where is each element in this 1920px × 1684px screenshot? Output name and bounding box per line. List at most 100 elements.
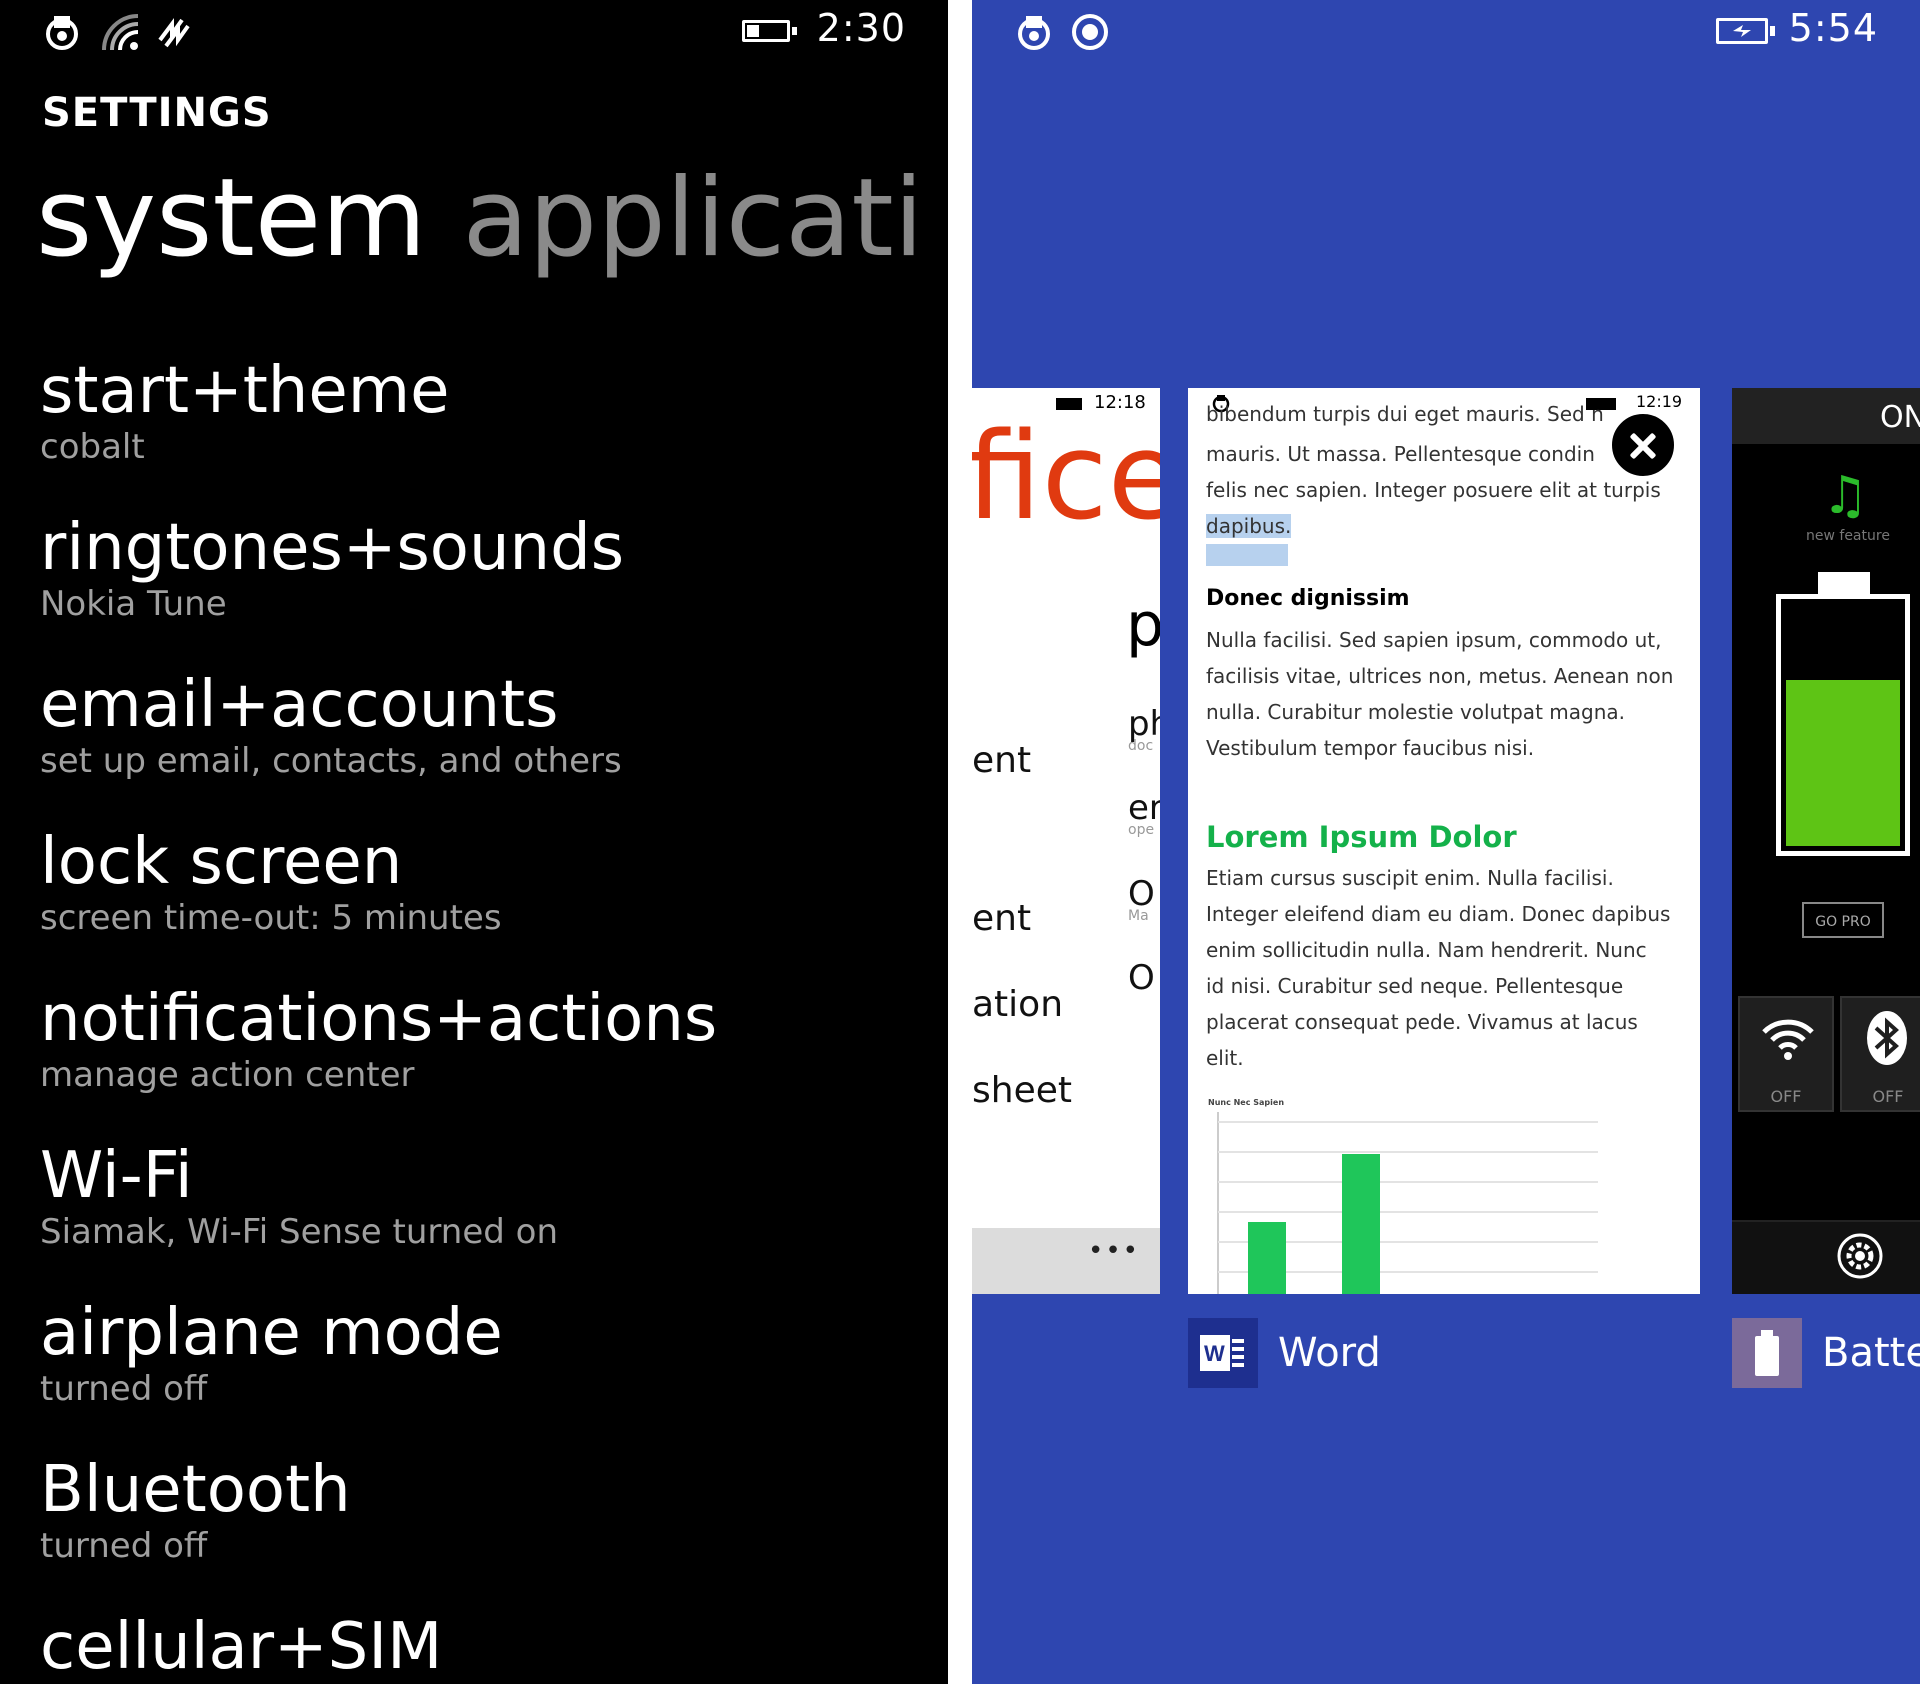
doc-heading-green: Lorem Ipsum Dolor xyxy=(1206,820,1517,854)
battery-gauge xyxy=(1776,594,1910,856)
settings-item-wifi[interactable]: Wi-Fi Siamak, Wi-Fi Sense turned on xyxy=(40,1139,558,1252)
doc-text-line: Integer eleifend diam eu diam. Donec dap… xyxy=(1206,902,1671,926)
doc-text-line: nulla. Curabitur molestie volutpat magna… xyxy=(1206,700,1625,724)
settings-item-cellular-sim[interactable]: cellular+SIM xyxy=(40,1610,443,1684)
item-subtitle: turned off xyxy=(40,1368,208,1409)
settings-item-notifications-actions[interactable]: notifications+actions manage action cent… xyxy=(40,982,718,1095)
battery-app-name: Battery xyxy=(1822,1330,1920,1376)
item-subtitle: manage action center xyxy=(40,1054,415,1095)
go-pro-button[interactable]: GO PRO xyxy=(1802,902,1884,938)
office-doc-item: ph doc xyxy=(1128,704,1160,754)
location-icon xyxy=(1072,14,1108,50)
doc-text-line: bibendum turpis dui eget mauris. Sed n xyxy=(1206,402,1604,426)
data-connection-icon xyxy=(1018,16,1050,50)
doc-text-line: facilisis vitae, ultrices non, metus. Ae… xyxy=(1206,664,1674,688)
svg-text:W: W xyxy=(1204,1341,1225,1366)
battery-app-icon xyxy=(1732,1318,1802,1388)
item-title: notifications+actions xyxy=(40,982,718,1056)
doc-text-line: felis nec sapien. Integer posuere elit a… xyxy=(1206,478,1661,502)
more-menu-icon[interactable]: ••• xyxy=(1088,1236,1140,1266)
item-title: ringtones+sounds xyxy=(40,511,625,585)
doc-text-line: id nisi. Curabitur sed neque. Pellentesq… xyxy=(1206,974,1624,998)
battery-charging-icon xyxy=(1716,18,1775,44)
item-title: airplane mode xyxy=(40,1296,503,1370)
battery-app-label[interactable]: Battery xyxy=(1732,1318,1920,1388)
settings-item-email-accounts[interactable]: email+accounts set up email, contacts, a… xyxy=(40,668,622,781)
word-app-name: Word xyxy=(1278,1330,1381,1376)
settings-item-ringtones-sounds[interactable]: ringtones+sounds Nokia Tune xyxy=(40,511,625,624)
settings-item-lock-screen[interactable]: lock screen screen time-out: 5 minutes xyxy=(40,825,502,938)
wifi-state: OFF xyxy=(1770,1087,1802,1106)
chart-bar xyxy=(1248,1222,1286,1294)
embedded-chart-title: Nunc Nec Sapien xyxy=(1208,1098,1285,1107)
battery-level-fill xyxy=(1786,679,1900,846)
office-row-label: ent xyxy=(972,740,1032,781)
battery-app-bar xyxy=(1732,1220,1920,1294)
chart-bar xyxy=(1342,1154,1380,1294)
embedded-chart xyxy=(1217,1112,1598,1294)
wifi-toggle[interactable]: OFF xyxy=(1738,996,1834,1112)
word-app-icon: W xyxy=(1188,1318,1258,1388)
item-subtitle: set up email, contacts, and others xyxy=(40,740,622,781)
word-app-label[interactable]: W Word xyxy=(1188,1318,1381,1388)
divider xyxy=(948,0,972,1684)
item-subtitle: screen time-out: 5 minutes xyxy=(40,897,502,938)
office-brand-text: fice xyxy=(972,408,1160,547)
pivot-tab-system[interactable]: system xyxy=(36,156,426,281)
doc-text-line: Nulla facilisi. Sed sapien ipsum, commod… xyxy=(1206,628,1662,652)
selected-text[interactable]: dapibus. xyxy=(1206,514,1292,538)
music-note-icon: ♫ xyxy=(1822,466,1869,526)
office-app-bar: ••• xyxy=(972,1228,1160,1294)
settings-header: SETTINGS xyxy=(42,90,272,136)
settings-gear-icon[interactable] xyxy=(1836,1232,1884,1280)
doc-heading: Donec dignissim xyxy=(1206,586,1410,611)
battery-icon xyxy=(742,20,797,42)
data-connection-icon xyxy=(46,16,78,50)
wifi-icon xyxy=(1762,1019,1814,1060)
app-card-office[interactable]: 12:18 fice p ent ent ation sheet ph doc … xyxy=(972,388,1160,1294)
selection-handle[interactable] xyxy=(1206,544,1288,566)
item-subtitle: cobalt xyxy=(40,426,145,467)
item-title: cellular+SIM xyxy=(40,1610,443,1684)
task-switcher-screen: 5:54 12:18 fice p ent ent ation sheet ph… xyxy=(972,0,1920,1684)
status-clock: 2:30 xyxy=(816,6,906,50)
app-card-battery[interactable]: ON ♫ new feature GO PRO OFF OFF xyxy=(1732,388,1920,1294)
doc-text-line: Vestibulum tempor faucibus nisi. xyxy=(1206,736,1535,760)
close-app-button[interactable] xyxy=(1608,410,1678,480)
doc-text-line: dapibus. xyxy=(1206,508,1686,544)
pivot-header: system applicati xyxy=(36,159,924,279)
settings-item-start-theme[interactable]: start+theme cobalt xyxy=(40,354,450,467)
battery-cap xyxy=(1818,572,1870,594)
office-doc-item: O xyxy=(1128,958,1155,998)
battery-top-bar: ON xyxy=(1732,388,1920,444)
pivot-tab-applications[interactable]: applicati xyxy=(462,156,923,281)
settings-item-airplane-mode[interactable]: airplane mode turned off xyxy=(40,1296,503,1409)
office-doc-item: er ope xyxy=(1128,788,1160,838)
item-title: lock screen xyxy=(40,825,403,899)
bluetooth-toggle[interactable]: OFF xyxy=(1840,996,1920,1112)
item-title: email+accounts xyxy=(40,668,559,742)
battery-saver-state: ON xyxy=(1880,400,1920,435)
item-title: Bluetooth xyxy=(40,1453,351,1527)
item-title: start+theme xyxy=(40,354,450,428)
office-row-label: ent xyxy=(972,898,1032,939)
doc-text-line: Etiam cursus suscipit enim. Nulla facili… xyxy=(1206,866,1614,890)
settings-item-bluetooth[interactable]: Bluetooth turned off xyxy=(40,1453,351,1566)
item-subtitle: Nokia Tune xyxy=(40,583,227,624)
signal-strength-icon xyxy=(102,14,139,51)
status-clock: 5:54 xyxy=(1788,6,1878,50)
office-doc-item: O Ma xyxy=(1128,874,1155,924)
office-header-letter: p xyxy=(1126,590,1160,660)
settings-screen: 2:30 SETTINGS system applicati start+them… xyxy=(0,0,948,1684)
wifi-sense-icon xyxy=(158,18,190,48)
doc-title: O xyxy=(1128,958,1155,998)
office-row-label: sheet xyxy=(972,1070,1072,1111)
item-subtitle: turned off xyxy=(40,1525,208,1566)
office-row-label: ation xyxy=(972,984,1064,1025)
doc-text-line: elit. xyxy=(1206,1046,1244,1070)
bluetooth-icon xyxy=(1867,1011,1907,1065)
app-card-word[interactable]: 12:19 bibendum turpis dui eget mauris. S… xyxy=(1188,388,1700,1294)
bluetooth-state: OFF xyxy=(1872,1087,1904,1106)
new-feature-text: new feature xyxy=(1806,528,1890,544)
item-title: Wi-Fi xyxy=(40,1139,193,1213)
